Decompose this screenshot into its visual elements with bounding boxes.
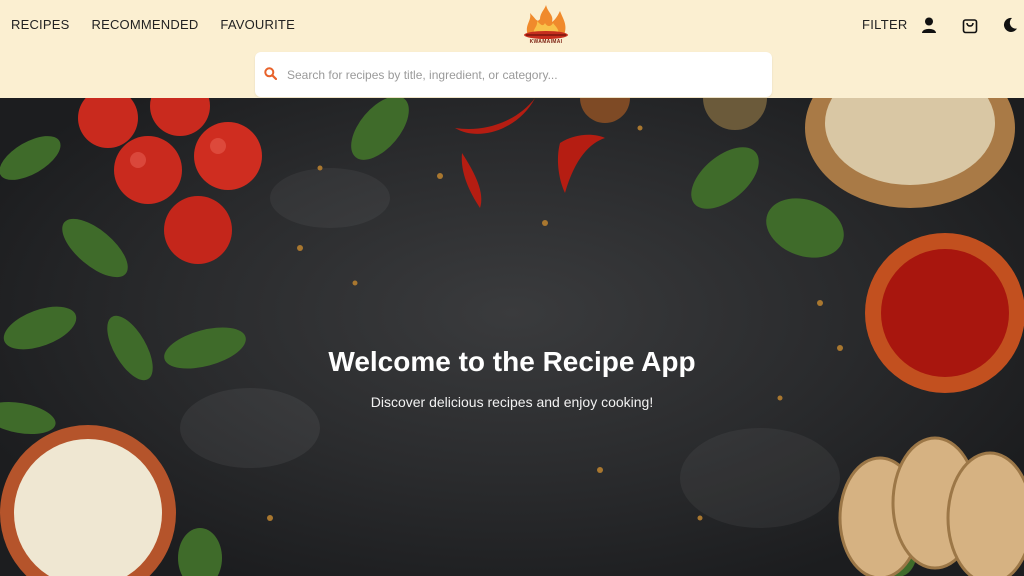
moon-icon[interactable] [1001, 16, 1019, 34]
brand-logo[interactable]: KWAMAIMAI [520, 5, 572, 47]
nav-recipes-link[interactable]: RECIPES [11, 17, 69, 32]
user-icon[interactable] [920, 16, 938, 34]
nav-favourite-link[interactable]: FAVOURITE [220, 17, 295, 32]
search-bar [255, 52, 772, 97]
main-nav: RECIPES RECOMMENDED FAVOURITE [11, 17, 295, 32]
logo-text: KWAMAIMAI [529, 39, 563, 45]
hero-subtitle: Discover delicious recipes and enjoy coo… [370, 394, 654, 410]
search-input[interactable] [287, 62, 757, 87]
header: RECIPES RECOMMENDED FAVOURITE KWAMAIMAI … [0, 0, 1024, 98]
hero-banner: Welcome to the Recipe App Discover delic… [0, 98, 1024, 576]
filter-link[interactable]: FILTER [862, 17, 908, 32]
hero-background-image [0, 98, 1024, 576]
shopping-bag-icon[interactable] [961, 16, 979, 34]
hero-title: Welcome to the Recipe App [328, 346, 696, 377]
search-icon [264, 67, 278, 81]
nav-recommended-link[interactable]: RECOMMENDED [91, 17, 198, 32]
